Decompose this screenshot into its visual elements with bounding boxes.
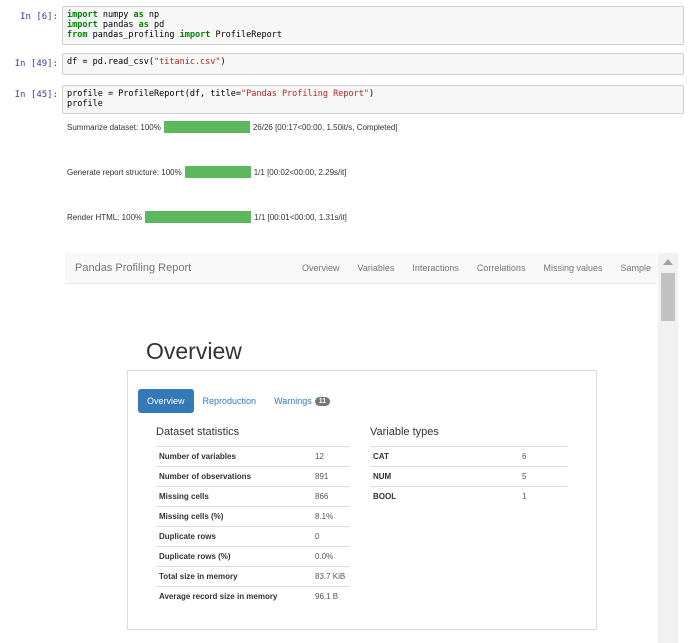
row-value: 866 — [312, 486, 350, 507]
cell-prompt: In [45]: — [14, 90, 58, 100]
dataset-statistics: Dataset statistics Number of variables 12… — [156, 426, 350, 606]
row-value: 5 — [519, 466, 567, 487]
row-value: 1 — [519, 486, 567, 506]
row-value: 6 — [519, 446, 567, 467]
table-row: CAT 6 — [370, 446, 567, 467]
nav-missing-values[interactable]: Missing values — [543, 263, 602, 273]
report-scrollbar[interactable] — [658, 253, 678, 643]
profile-report-frame: Pandas Profiling Report Overview Variabl… — [62, 253, 682, 643]
row-label: Number of variables — [156, 446, 312, 467]
nav-sample[interactable]: Sample — [620, 263, 651, 273]
report-brand[interactable]: Pandas Profiling Report — [75, 262, 191, 274]
dataset-statistics-title: Dataset statistics — [156, 426, 240, 438]
row-value: 83.7 KiB — [312, 566, 350, 587]
code-cell-1: In [6]: import numpy as np import pandas… — [0, 6, 696, 46]
row-label: CAT — [370, 446, 519, 467]
code-cell-2: In [49]: df = pd.read_csv("titanic.csv") — [0, 53, 696, 77]
row-value: 0 — [312, 526, 350, 547]
nav-correlations[interactable]: Correlations — [477, 263, 526, 273]
code-input[interactable]: import numpy as np import pandas as pd f… — [62, 6, 684, 45]
row-label: Average record size in memory — [156, 586, 312, 606]
report-nav-links: Overview Variables Interactions Correlat… — [302, 263, 651, 273]
variable-types: Variable types CAT 6 NUM 5 BOOL 1 — [370, 426, 567, 506]
nav-interactions[interactable]: Interactions — [412, 263, 459, 273]
row-label: Duplicate rows (%) — [156, 546, 312, 567]
progress-fill — [145, 211, 252, 223]
scroll-thumb[interactable] — [661, 273, 675, 321]
progress-render: Render HTML: 100% 1/1 [00:01<00:00, 1.31… — [67, 211, 347, 223]
progress-bar — [145, 211, 252, 223]
code-input[interactable]: df = pd.read_csv("titanic.csv") — [62, 53, 684, 75]
dataset-statistics-table: Number of variables 12 Number of observati… — [156, 446, 350, 606]
warnings-count-badge: 11 — [314, 397, 331, 407]
progress-info: 1/1 [00:01<00:00, 1.31s/it] — [254, 212, 347, 222]
progress-label: Summarize dataset: 100% — [67, 122, 161, 132]
progress-label: Render HTML: 100% — [67, 212, 143, 222]
table-row: Average record size in memory 96.1 B — [156, 586, 350, 606]
row-label: Missing cells (%) — [156, 506, 312, 527]
overview-panel: Overview Reproduction Warnings 11 Dataset… — [127, 370, 597, 630]
tab-overview[interactable]: Overview — [138, 389, 194, 414]
table-row: BOOL 1 — [370, 486, 567, 506]
row-value: 8.1% — [312, 506, 350, 527]
table-row: Total size in memory 83.7 KiB — [156, 566, 350, 587]
nav-variables[interactable]: Variables — [358, 263, 395, 273]
progress-generate: Generate report structure: 100% 1/1 [00:… — [67, 166, 346, 178]
progress-info: 26/26 [00:17<00:00, 1.50it/s, Completed] — [252, 122, 398, 132]
row-label: Number of observations — [156, 466, 312, 487]
progress-bar — [184, 166, 251, 178]
nav-overview[interactable]: Overview — [302, 263, 340, 273]
tab-warnings-label: Warnings — [274, 396, 312, 406]
row-value: 0.0% — [312, 546, 350, 567]
table-row: NUM 5 — [370, 466, 567, 487]
cell-prompt: In [49]: — [14, 59, 58, 69]
progress-info: 1/1 [00:02<00:00, 2.29s/it] — [253, 167, 347, 177]
table-row: Missing cells (%) 8.1% — [156, 506, 350, 527]
progress-summarize: Summarize dataset: 100% 26/26 [00:17<00:… — [67, 121, 398, 133]
progress-fill — [163, 121, 250, 133]
row-value: 891 — [312, 466, 350, 487]
report-navbar: Pandas Profiling Report Overview Variabl… — [65, 253, 657, 284]
progress-label: Generate report structure: 100% — [67, 167, 182, 177]
variable-types-title: Variable types — [370, 426, 439, 438]
cell-prompt: In [6]: — [20, 12, 58, 22]
progress-bar — [163, 121, 250, 133]
page-title: Overview — [146, 338, 242, 365]
code-input[interactable]: profile = ProfileReport(df, title="Panda… — [62, 85, 684, 114]
row-label: NUM — [370, 466, 519, 487]
row-label: Duplicate rows — [156, 526, 312, 547]
scroll-up-arrow-icon[interactable] — [663, 259, 673, 265]
row-label: Missing cells — [156, 486, 312, 507]
table-row: Duplicate rows (%) 0.0% — [156, 546, 350, 567]
table-row: Missing cells 866 — [156, 486, 350, 507]
code-cell-3: In [45]: profile = ProfileReport(df, tit… — [0, 85, 696, 115]
table-row: Number of observations 891 — [156, 466, 350, 487]
row-label: BOOL — [370, 486, 519, 506]
table-row: Number of variables 12 — [156, 446, 350, 467]
progress-fill — [184, 166, 251, 178]
table-row: Duplicate rows 0 — [156, 526, 350, 547]
variable-types-table: CAT 6 NUM 5 BOOL 1 — [370, 446, 567, 506]
row-value: 12 — [312, 446, 350, 467]
tab-reproduction[interactable]: Reproduction — [194, 389, 266, 413]
overview-tabs: Overview Reproduction Warnings 11 — [138, 389, 339, 414]
row-label: Total size in memory — [156, 566, 312, 587]
row-value: 96.1 B — [312, 586, 350, 606]
tab-warnings[interactable]: Warnings 11 — [265, 389, 339, 413]
